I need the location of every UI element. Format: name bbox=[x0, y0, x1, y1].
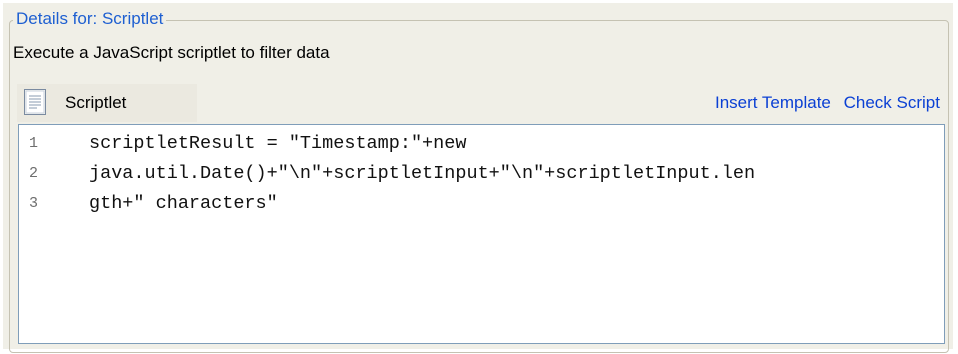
code-line: 1 scriptletResult = "Timestamp:"+new bbox=[19, 129, 944, 159]
script-editor[interactable]: 1 scriptletResult = "Timestamp:"+new 2 j… bbox=[18, 124, 945, 344]
code-text: scriptletResult = "Timestamp:"+new bbox=[89, 133, 467, 154]
code-text: gth+" characters" bbox=[89, 193, 278, 214]
tab-scriptlet[interactable]: Scriptlet bbox=[17, 84, 197, 122]
code-text: java.util.Date()+"\n"+scriptletInput+"\n… bbox=[89, 163, 756, 184]
line-number: 2 bbox=[29, 165, 39, 182]
insert-template-link[interactable]: Insert Template bbox=[715, 93, 831, 112]
tab-scriptlet-label: Scriptlet bbox=[65, 93, 127, 112]
code-line: 3 gth+" characters" bbox=[19, 189, 944, 219]
check-script-link[interactable]: Check Script bbox=[844, 93, 940, 112]
script-toolbar: Scriptlet Insert Template Check Script bbox=[17, 84, 945, 122]
details-panel: Details for: Scriptlet Execute a JavaScr… bbox=[3, 3, 953, 353]
code-line: 2 java.util.Date()+"\n"+scriptletInput+"… bbox=[19, 159, 944, 189]
line-number: 1 bbox=[29, 135, 39, 152]
editor-actions: Insert Template Check Script bbox=[707, 91, 940, 115]
details-description: Execute a JavaScript scriptlet to filter… bbox=[13, 43, 330, 62]
details-group-title: Details for: Scriptlet bbox=[13, 7, 167, 31]
document-icon bbox=[23, 88, 47, 116]
line-number: 3 bbox=[29, 195, 39, 212]
